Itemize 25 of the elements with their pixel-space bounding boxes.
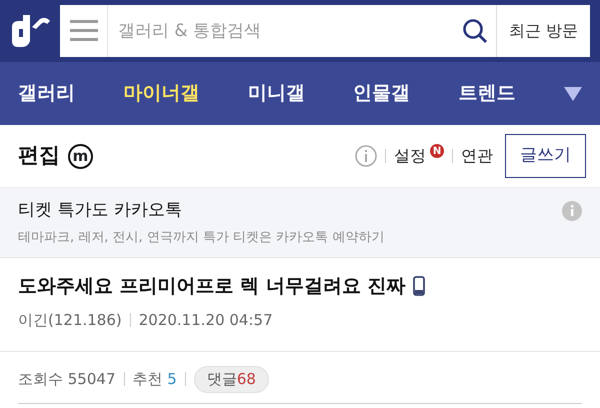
post-title: 도와주세요 프리미어프로 렉 너무걸려요 진짜: [18, 274, 406, 299]
search-icon[interactable]: [462, 18, 488, 44]
nav-tab[interactable]: 갤러리: [18, 79, 75, 108]
author-name: 이긴(121.186): [18, 310, 122, 330]
gallery-title: 편집: [18, 142, 60, 170]
ad-title: 티켓 특가도 카카오톡: [18, 199, 183, 222]
nav-tab[interactable]: 마이너갤: [123, 79, 200, 108]
post-date: 2020.11.20 04:57: [138, 310, 273, 330]
like-count: 추천 5: [132, 369, 177, 390]
nav-tab[interactable]: 미니갤: [248, 79, 305, 108]
nav-tab[interactable]: 트렌드: [458, 79, 516, 108]
nav-tab[interactable]: 인물갤: [353, 79, 410, 108]
view-count: 조회수 55047: [18, 369, 116, 390]
settings-link[interactable]: 설정 N: [394, 144, 444, 168]
search-field[interactable]: 갤러리 & 통합검색: [108, 5, 454, 57]
new-badge: N: [430, 144, 444, 158]
menu-icon[interactable]: [70, 20, 98, 42]
related-link[interactable]: 연관: [461, 144, 493, 168]
write-button[interactable]: 글쓰기: [505, 134, 586, 178]
comment-count-button[interactable]: 댓글68: [194, 366, 269, 392]
minor-gallery-badge: m: [68, 144, 93, 168]
dropdown-icon[interactable]: [564, 86, 582, 100]
mobile-icon: [413, 276, 426, 296]
ad-text: 테마파크, 레저, 전시, 연극까지 특가 티켓은 카카오톡 예약하기: [18, 228, 386, 246]
recent-visits-button[interactable]: 최근 방문: [496, 5, 590, 57]
